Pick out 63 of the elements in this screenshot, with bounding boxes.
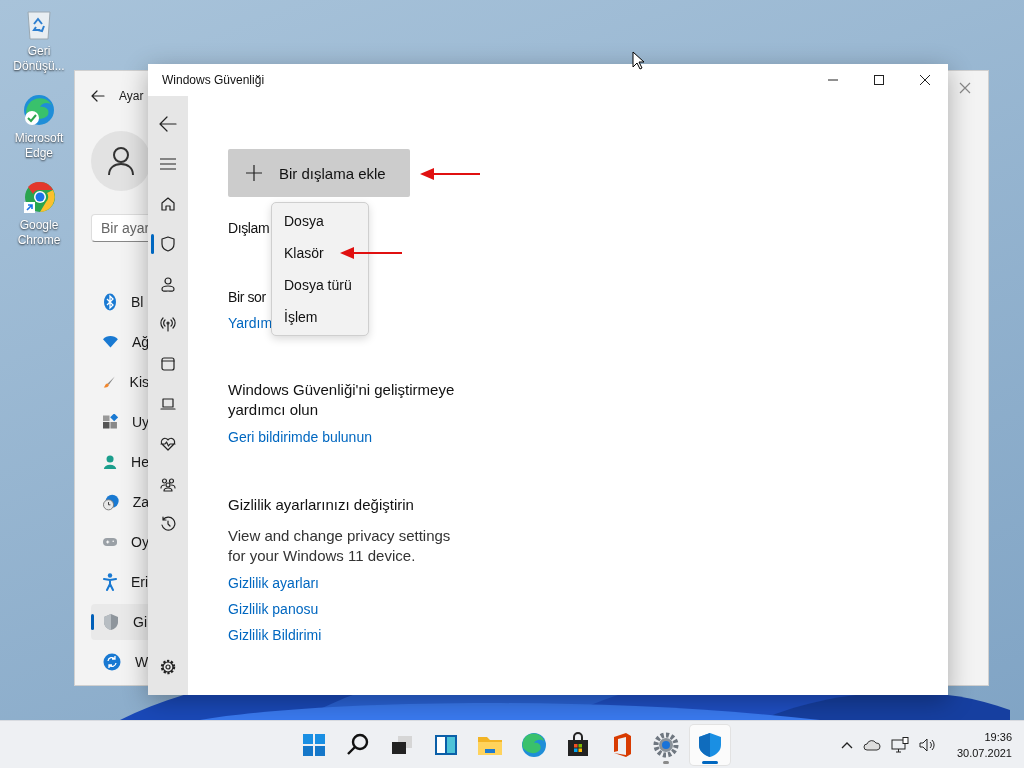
gear-icon [652, 730, 680, 759]
window-title: Windows Güvenliği [162, 73, 266, 87]
nav-item[interactable]: Gi [91, 604, 149, 640]
add-exclusion-button[interactable]: Bir dışlama ekle [228, 149, 410, 197]
section-heading: Bir sor [228, 288, 266, 307]
nav-item[interactable]: Ağ [91, 324, 149, 360]
wifi-icon [103, 336, 118, 348]
shield-icon [160, 236, 176, 252]
menu-item[interactable]: Dosya türü [272, 269, 368, 301]
privacy-link[interactable]: Gizlilik ayarları [228, 573, 319, 593]
menu-item[interactable]: İşlem [272, 301, 368, 333]
privacy-link[interactable]: Gizlilik panosu [228, 599, 319, 619]
bluetooth-icon [103, 293, 117, 311]
nav-item[interactable]: W [91, 644, 149, 680]
section-heading: Windows Güvenliği'ni geliştirmeye yardımcı olun [228, 380, 456, 420]
nav-item[interactable]: He [91, 444, 149, 480]
settings-icon [160, 659, 176, 675]
home-icon [160, 196, 176, 212]
person-icon [103, 454, 118, 470]
nav-item[interactable]: Bl [91, 284, 149, 320]
heart-icon [160, 436, 176, 452]
shield-icon [696, 730, 724, 759]
minimize-icon [828, 79, 838, 81]
accessibility-icon [103, 573, 117, 591]
maximize-icon [874, 75, 884, 85]
close-icon [920, 75, 930, 85]
clock[interactable]: 19:36 30.07.2021 [956, 728, 1012, 761]
help-link[interactable]: Yardım [228, 313, 273, 333]
nav-item[interactable]: Uy [91, 404, 149, 440]
annotation-arrow [420, 168, 480, 180]
nav-item[interactable]: Za [91, 484, 149, 520]
window-title: Ayar [119, 89, 144, 103]
gamepad-icon [103, 536, 118, 548]
edge-icon [22, 93, 56, 127]
menu-item[interactable]: Klasör [272, 237, 368, 269]
privacy-link[interactable]: Gizlilik Bildirimi [228, 625, 322, 645]
chrome-icon [22, 180, 56, 214]
plus-icon [246, 165, 262, 181]
section-heading: Gizlilik ayarlarınızı değiştirin [228, 495, 414, 515]
feedback-link[interactable]: Geri bildirimde bulunun [228, 427, 372, 447]
antenna-icon [160, 316, 176, 332]
menu-item[interactable]: Dosya [272, 205, 368, 237]
close-icon[interactable] [959, 82, 971, 94]
person-icon [108, 147, 134, 175]
privacy-description: View and change privacy settings for your Windows 11 device. [228, 526, 452, 566]
update-icon [103, 653, 121, 671]
apps-icon [103, 414, 118, 430]
clock-globe-icon [103, 493, 119, 511]
history-icon [160, 516, 176, 532]
back-arrow-icon[interactable] [91, 90, 105, 102]
section-heading: Dışlam [228, 219, 270, 238]
nav-item[interactable]: Eri [91, 564, 149, 600]
edge-icon [520, 730, 548, 759]
laptop-icon [160, 396, 176, 412]
nav-item[interactable]: Kis [91, 364, 149, 400]
back-arrow-icon [159, 116, 177, 132]
nav-item[interactable]: Oy [91, 524, 149, 560]
annotation-arrow [340, 247, 402, 259]
window-icon [160, 356, 176, 372]
shield-icon [103, 613, 119, 631]
person-icon [160, 276, 176, 292]
menu-icon [160, 158, 176, 170]
family-icon [160, 476, 176, 492]
